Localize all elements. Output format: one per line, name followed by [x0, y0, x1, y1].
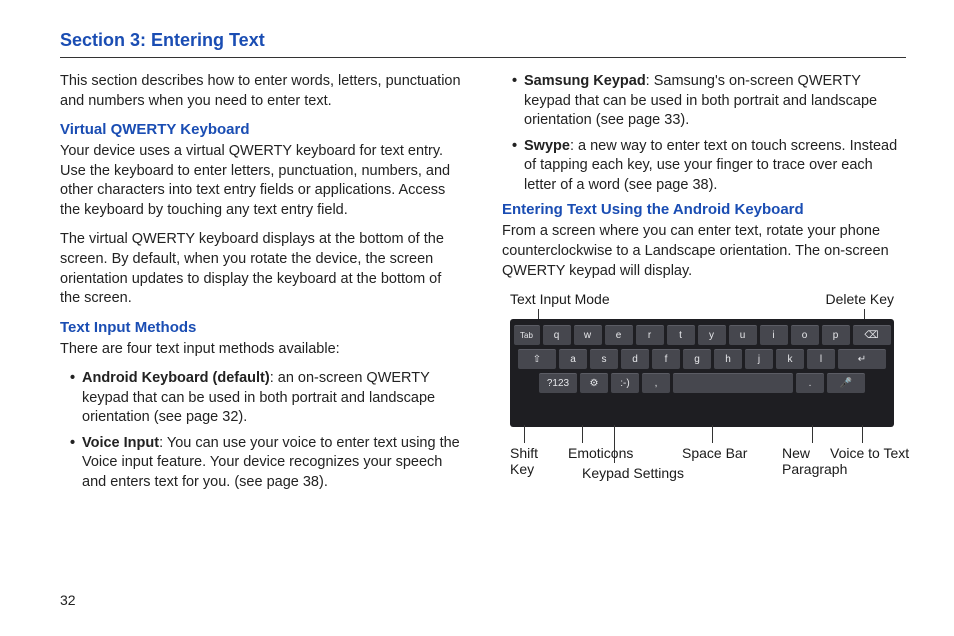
label-delete-key: Delete Key: [826, 291, 894, 307]
key-d: d: [621, 349, 649, 369]
keyboard-diagram: Text Input Mode Delete Key Tab q w e r t…: [502, 291, 902, 491]
key-g: g: [683, 349, 711, 369]
section-title: Section 3: Entering Text: [60, 30, 906, 51]
bullet-voice-input: Voice Input: You can use your voice to e…: [60, 434, 464, 493]
bullet-samsung-keypad: Samsung Keypad: Samsung's on-screen QWER…: [502, 72, 906, 131]
paragraph: There are four text input methods availa…: [60, 340, 464, 360]
key-emoticon: :-): [611, 373, 639, 393]
label-shift-key-2: Key: [510, 461, 534, 477]
key-e: e: [605, 325, 633, 345]
callout-line: [862, 425, 863, 443]
key-u: u: [729, 325, 757, 345]
key-t: t: [667, 325, 695, 345]
paragraph: The virtual QWERTY keyboard displays at …: [60, 230, 464, 308]
heading-android-keyboard: Entering Text Using the Android Keyboard: [502, 201, 906, 218]
key-l: l: [807, 349, 835, 369]
content-columns: This section describes how to enter word…: [60, 72, 906, 499]
key-r: r: [636, 325, 664, 345]
left-column: This section describes how to enter word…: [60, 72, 464, 499]
label-new-paragraph: New: [782, 445, 810, 461]
bullet-label: Swype: [524, 138, 570, 154]
key-comma: ,: [642, 373, 670, 393]
page-number: 32: [60, 592, 76, 608]
bullet-swype: Swype: a new way to enter text on touch …: [502, 137, 906, 196]
bullet-android-keyboard: Android Keyboard (default): an on-screen…: [60, 369, 464, 428]
label-space-bar: Space Bar: [682, 445, 747, 461]
key-q: q: [543, 325, 571, 345]
label-emoticons: Emoticons: [568, 445, 633, 461]
key-k: k: [776, 349, 804, 369]
key-w: w: [574, 325, 602, 345]
callout-line: [524, 425, 525, 443]
bullet-label: Samsung Keypad: [524, 73, 646, 89]
key-j: j: [745, 349, 773, 369]
key-h: h: [714, 349, 742, 369]
heading-virtual-qwerty: Virtual QWERTY Keyboard: [60, 121, 464, 138]
bullet-label: Android Keyboard (default): [82, 370, 270, 386]
key-tab: Tab: [514, 325, 540, 345]
keyboard-row: Tab q w e r t y u i o p ⌫: [516, 325, 888, 345]
paragraph: Your device uses a virtual QWERTY keyboa…: [60, 142, 464, 220]
key-s: s: [590, 349, 618, 369]
paragraph: From a screen where you can enter text, …: [502, 222, 906, 281]
callout-line: [582, 425, 583, 443]
label-shift-key: Shift: [510, 445, 538, 461]
keyboard-image: Tab q w e r t y u i o p ⌫ ⇧ a s: [510, 319, 894, 427]
key-backspace: ⌫: [853, 325, 891, 345]
bullet-text: : a new way to enter text on touch scree…: [524, 138, 897, 193]
bullet-label: Voice Input: [82, 435, 159, 451]
key-shift: ⇧: [518, 349, 556, 369]
title-divider: [60, 57, 906, 58]
right-column: Samsung Keypad: Samsung's on-screen QWER…: [502, 72, 906, 499]
key-period: .: [796, 373, 824, 393]
key-space: [673, 373, 793, 393]
callout-line: [712, 425, 713, 443]
key-o: o: [791, 325, 819, 345]
key-mode: ?123: [539, 373, 577, 393]
keyboard-row: ⇧ a s d f g h j k l ↵: [516, 349, 888, 369]
keyboard-row: ?123 ⚙ :-) , . 🎤: [516, 373, 888, 393]
callout-line: [812, 425, 813, 443]
key-y: y: [698, 325, 726, 345]
key-voice: 🎤: [827, 373, 865, 393]
label-text-input-mode: Text Input Mode: [510, 291, 610, 307]
key-p: p: [822, 325, 850, 345]
key-f: f: [652, 349, 680, 369]
label-voice-to-text: Voice to Text: [830, 445, 909, 461]
label-new-paragraph-2: Paragraph: [782, 461, 847, 477]
heading-text-input-methods: Text Input Methods: [60, 319, 464, 336]
label-keypad-settings: Keypad Settings: [582, 465, 684, 481]
key-enter: ↵: [838, 349, 886, 369]
key-i: i: [760, 325, 788, 345]
intro-text: This section describes how to enter word…: [60, 72, 464, 111]
key-a: a: [559, 349, 587, 369]
key-settings: ⚙: [580, 373, 608, 393]
